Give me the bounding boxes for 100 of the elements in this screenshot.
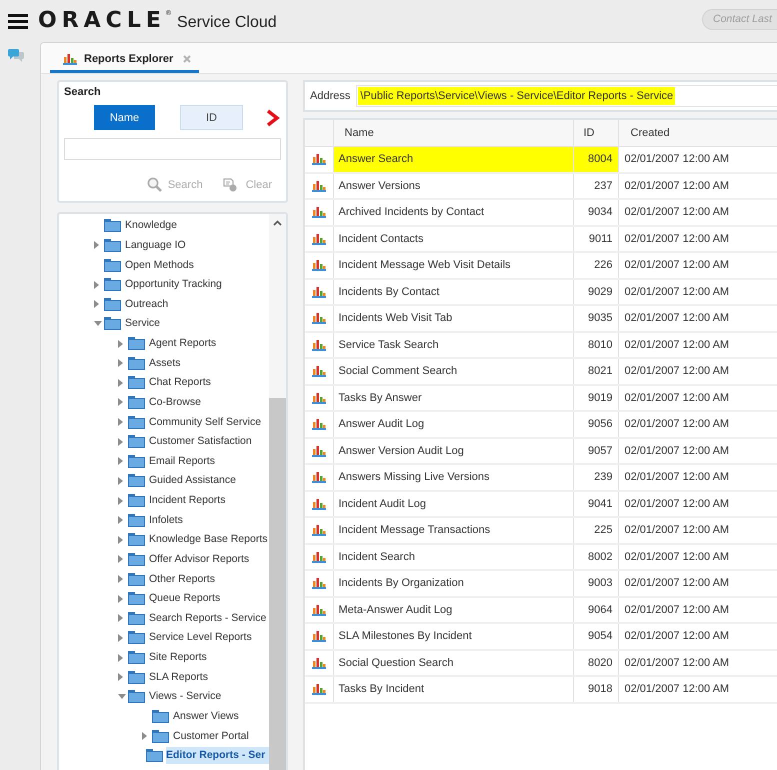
caret-down-icon[interactable] bbox=[118, 694, 126, 700]
caret-right-icon[interactable] bbox=[118, 555, 123, 564]
tree-item[interactable]: Service bbox=[125, 315, 160, 332]
tree-item[interactable]: Offer Advisor Reports bbox=[149, 550, 250, 568]
tree-item[interactable]: Co-Browse bbox=[149, 394, 201, 411]
caret-right-icon[interactable] bbox=[118, 418, 123, 426]
table-cell: Incidents By Organization bbox=[333, 570, 573, 596]
chevron-right-icon[interactable] bbox=[266, 108, 280, 126]
caret-right-icon[interactable] bbox=[118, 673, 123, 682]
tree-item[interactable]: Open Methods bbox=[125, 256, 194, 274]
caret-right-icon[interactable] bbox=[94, 280, 99, 289]
caret-right-icon[interactable] bbox=[94, 241, 99, 250]
caret-down-icon[interactable] bbox=[94, 321, 102, 326]
tree-item[interactable]: Views - Service bbox=[149, 688, 222, 706]
bar-chart-icon bbox=[312, 365, 326, 378]
menu-icon[interactable] bbox=[8, 14, 28, 28]
table-cell: 02/01/2007 12:00 AM bbox=[618, 358, 777, 384]
tree-item[interactable]: Site Reports bbox=[149, 649, 207, 666]
folder-icon bbox=[128, 416, 145, 429]
bar-chart-icon bbox=[312, 656, 326, 669]
bar-chart-icon bbox=[312, 286, 326, 298]
caret-right-icon[interactable] bbox=[118, 359, 123, 368]
column-header[interactable]: ID bbox=[573, 120, 618, 146]
folder-icon bbox=[146, 749, 163, 762]
tree-item[interactable]: Infolets bbox=[149, 512, 183, 529]
folder-icon bbox=[104, 258, 121, 272]
tree-item[interactable]: Service Level Reports bbox=[149, 629, 252, 646]
caret-right-icon[interactable] bbox=[118, 438, 123, 446]
column-header[interactable]: Name bbox=[333, 120, 573, 146]
address-field[interactable]: \Public Reports\Service\Views - Service\Editor Reports - Service bbox=[356, 85, 777, 107]
tree-item[interactable]: Agent Reports bbox=[149, 335, 216, 352]
mode-button[interactable]: Name bbox=[94, 105, 155, 130]
folder-icon bbox=[128, 631, 145, 644]
caret-right-icon[interactable] bbox=[118, 398, 123, 406]
mode-button[interactable]: ID bbox=[180, 105, 243, 130]
bar-chart-icon bbox=[312, 471, 326, 484]
scrollbar[interactable] bbox=[269, 214, 286, 770]
chevron-up-icon[interactable] bbox=[273, 220, 282, 226]
tree-item[interactable]: Editor Reports - Ser bbox=[166, 747, 269, 764]
close-icon[interactable] bbox=[183, 55, 192, 63]
caret-right-icon[interactable] bbox=[118, 378, 123, 387]
caret-right-icon[interactable] bbox=[118, 340, 123, 348]
bar-chart-icon bbox=[312, 153, 326, 166]
tree-item[interactable]: Assets bbox=[149, 354, 181, 372]
tree-item[interactable]: Queue Reports bbox=[149, 590, 220, 608]
caret-right-icon[interactable] bbox=[94, 300, 99, 308]
folder-icon bbox=[128, 514, 145, 527]
table-cell: 9041 bbox=[573, 490, 618, 517]
folder-icon bbox=[128, 552, 145, 566]
caret-right-icon[interactable] bbox=[142, 732, 147, 740]
tree-item[interactable]: Answer Views bbox=[173, 708, 239, 725]
caret-right-icon[interactable] bbox=[118, 536, 123, 544]
table-cell: 9057 bbox=[573, 438, 618, 464]
table-cell: 239 bbox=[573, 464, 618, 490]
tree-item[interactable]: Other Reports bbox=[149, 570, 215, 588]
tree-item[interactable]: Incident Reports bbox=[149, 492, 226, 510]
table-cell: 02/01/2007 12:00 AM bbox=[618, 650, 777, 676]
caret-right-icon[interactable] bbox=[118, 457, 123, 466]
table-cell: 02/01/2007 12:00 AM bbox=[618, 384, 777, 411]
scrollbar-thumb[interactable] bbox=[269, 398, 286, 770]
table-cell: 02/01/2007 12:00 AM bbox=[618, 464, 777, 490]
caret-right-icon[interactable] bbox=[118, 614, 123, 622]
tree-item[interactable]: Opportunity Tracking bbox=[125, 276, 222, 294]
tree-item[interactable]: Knowledge Base Reports bbox=[149, 531, 268, 548]
caret-right-icon[interactable] bbox=[118, 654, 123, 662]
table-cell: SLA Milestones By Incident bbox=[333, 623, 573, 650]
table-cell: Incident Contacts bbox=[333, 226, 573, 252]
tree-item[interactable]: Search Reports - Service bbox=[149, 610, 266, 627]
caret-right-icon[interactable] bbox=[118, 594, 123, 603]
tree-item[interactable]: Guided Assistance bbox=[149, 472, 236, 490]
tree-item[interactable]: Outreach bbox=[125, 296, 168, 313]
caret-right-icon[interactable] bbox=[118, 476, 123, 485]
caret-right-icon[interactable] bbox=[118, 575, 123, 584]
folder-icon bbox=[128, 572, 145, 586]
tree-item[interactable]: Customer Satisfaction bbox=[149, 433, 252, 450]
chat-bubbles-icon[interactable] bbox=[8, 49, 24, 62]
tree-item[interactable]: Email Reports bbox=[149, 452, 215, 470]
column-header[interactable]: Created bbox=[618, 120, 777, 146]
caret-right-icon[interactable] bbox=[118, 634, 123, 642]
search-field[interactable] bbox=[64, 138, 281, 160]
folder-icon bbox=[128, 454, 145, 468]
tree-item[interactable]: Community Self Service bbox=[149, 414, 262, 431]
table-cell: 9019 bbox=[573, 384, 618, 411]
table-cell: 8010 bbox=[573, 332, 618, 358]
caret-right-icon[interactable] bbox=[118, 496, 123, 505]
table-cell: 8021 bbox=[573, 358, 618, 384]
bar-chart-icon bbox=[312, 524, 326, 536]
folder-icon bbox=[128, 533, 145, 546]
tree-item[interactable]: Chat Reports bbox=[149, 374, 211, 392]
tree-item[interactable]: Knowledge bbox=[125, 217, 177, 234]
tree-item[interactable]: Customer Portal bbox=[173, 728, 249, 745]
table-cell: 9035 bbox=[573, 305, 618, 332]
table-cell: Answers Missing Live Versions bbox=[333, 464, 573, 490]
tree-item[interactable]: Language IO bbox=[125, 236, 186, 254]
table-cell: Service Task Search bbox=[333, 332, 573, 358]
tree-item[interactable]: SLA Reports bbox=[149, 668, 208, 686]
caret-right-icon[interactable] bbox=[118, 516, 123, 524]
table-cell: Incidents Web Visit Tab bbox=[333, 305, 573, 332]
table-cell: 02/01/2007 12:00 AM bbox=[618, 305, 777, 332]
tab[interactable]: Reports Explorer bbox=[50, 48, 200, 73]
